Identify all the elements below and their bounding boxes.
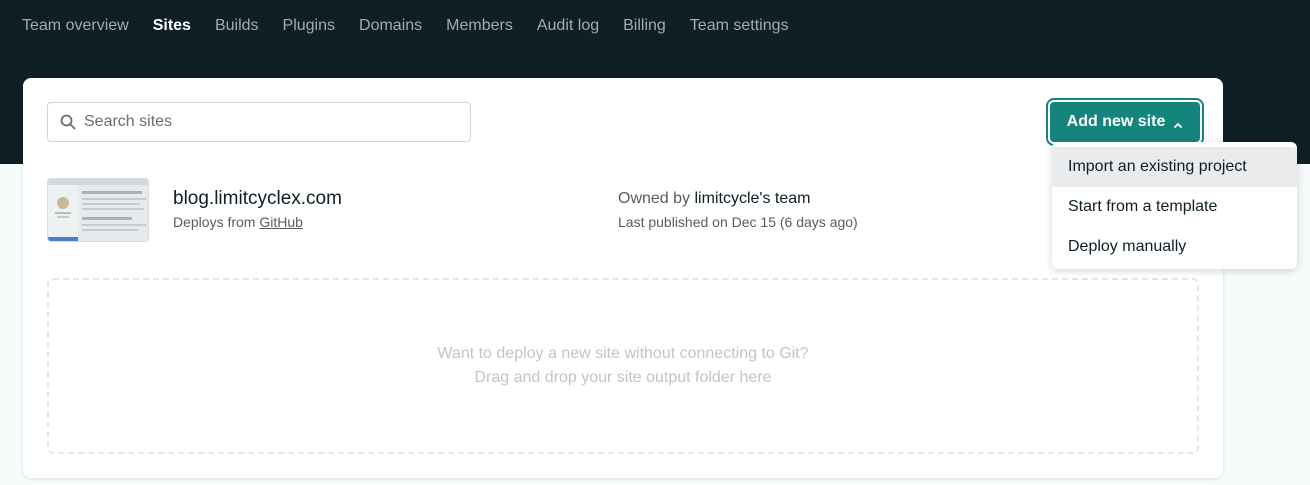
add-new-site-button[interactable]: Add new site [1050,102,1200,142]
nav-billing[interactable]: Billing [623,0,666,52]
owner-team: limitcycle's team [694,190,811,207]
nav-domains[interactable]: Domains [359,0,422,52]
nav-team-settings[interactable]: Team settings [690,0,789,52]
deploys-prefix: Deploys from [173,214,256,230]
nav-builds[interactable]: Builds [215,0,259,52]
add-site-menu: Import an existing project Start from a … [1052,142,1297,269]
chevron-up-icon [1173,117,1183,128]
deploys-from: Deploys from GitHub [173,214,303,230]
search-icon [60,114,76,130]
menu-import-existing-project[interactable]: Import an existing project [1052,147,1297,187]
search-input[interactable] [84,104,454,140]
owned-by: Owned by limitcycle's team [618,190,810,208]
nav-members[interactable]: Members [446,0,513,52]
nav-team-overview[interactable]: Team overview [22,0,129,52]
search-box [47,102,471,142]
sites-card: Add new site blog.limitcyclex.com Deplo [23,78,1223,478]
deploy-source-link[interactable]: GitHub [259,214,303,230]
dropzone-line-1: Want to deploy a new site without connec… [437,345,809,362]
nav-audit-log[interactable]: Audit log [537,0,599,52]
menu-deploy-manually[interactable]: Deploy manually [1052,227,1297,267]
dropzone-line-2: Drag and drop your site output folder he… [474,369,772,386]
team-nav: Team overview Sites Builds Plugins Domai… [22,0,789,52]
site-name-link[interactable]: blog.limitcyclex.com [173,188,342,210]
deploy-dropzone[interactable]: Want to deploy a new site without connec… [47,278,1199,454]
nav-plugins[interactable]: Plugins [283,0,335,52]
owned-prefix: Owned by [618,190,691,207]
site-thumbnail[interactable] [47,178,149,242]
nav-sites[interactable]: Sites [153,0,191,52]
menu-start-from-template[interactable]: Start from a template [1052,187,1297,227]
add-new-site-label: Add new site [1066,113,1166,130]
last-published: Last published on Dec 15 (6 days ago) [618,214,858,230]
